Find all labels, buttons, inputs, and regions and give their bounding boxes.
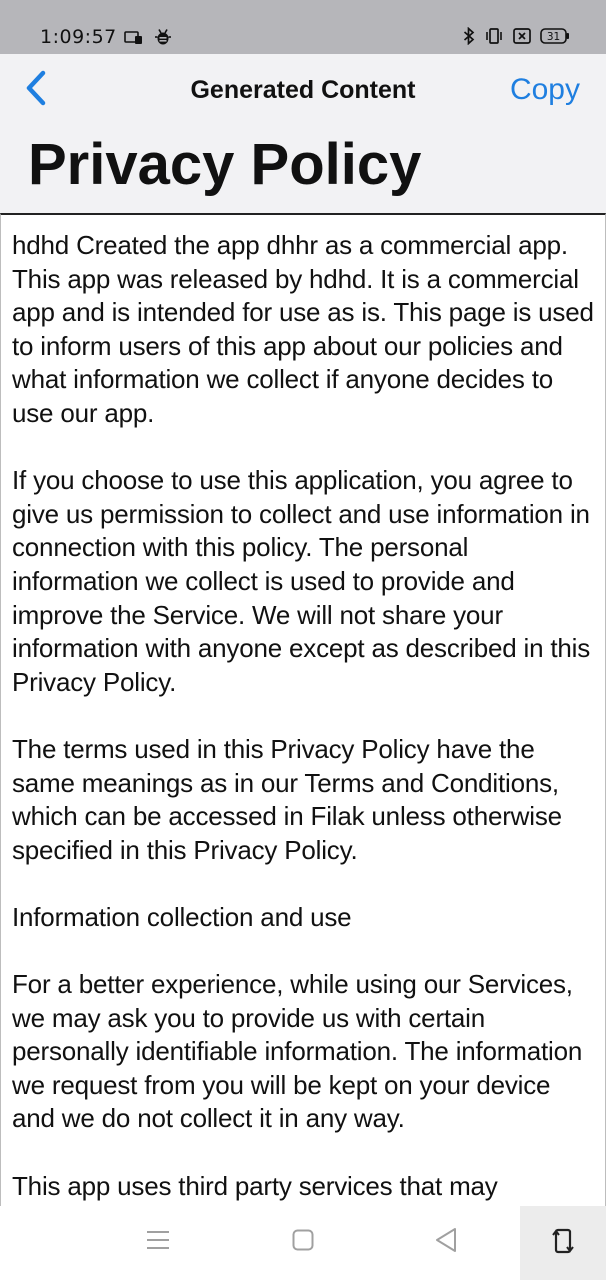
status-time: 1:09:57 bbox=[40, 26, 117, 48]
cast-icon bbox=[124, 30, 144, 49]
battery-icon: 31 bbox=[540, 28, 570, 48]
paragraph: If you choose to use this application, y… bbox=[12, 465, 598, 697]
home-button[interactable] bbox=[283, 1222, 323, 1262]
battery-level: 31 bbox=[547, 31, 560, 43]
home-icon bbox=[292, 1229, 314, 1256]
vibrate-icon bbox=[484, 28, 504, 48]
nav-header: Generated Content Copy Privacy Policy bbox=[0, 54, 606, 214]
paragraph: This app uses third party services that … bbox=[12, 1170, 498, 1201]
system-nav-bar bbox=[0, 1206, 606, 1280]
paragraph: hdhd Created the app dhhr as a commercia… bbox=[12, 230, 601, 428]
screenshot-icon bbox=[513, 28, 531, 48]
paragraph: The terms used in this Privacy Policy ha… bbox=[12, 733, 569, 865]
back-nav-button[interactable] bbox=[426, 1222, 466, 1262]
page-title: Privacy Policy bbox=[28, 132, 422, 197]
rotate-screen-button[interactable] bbox=[520, 1206, 606, 1280]
rotate-screen-icon bbox=[551, 1226, 575, 1261]
bluetooth-icon bbox=[463, 26, 475, 49]
status-right-icons: 31 bbox=[463, 26, 570, 49]
copy-button[interactable]: Copy bbox=[510, 73, 580, 107]
back-triangle-icon bbox=[435, 1227, 457, 1258]
policy-text: hdhd Created the app dhhr as a commercia… bbox=[1, 215, 605, 1203]
bug-icon bbox=[154, 28, 172, 50]
status-bar: 1:09:57 31 bbox=[0, 0, 606, 54]
paragraph: For a better experience, while using our… bbox=[12, 969, 590, 1134]
content-scroll-area[interactable]: hdhd Created the app dhhr as a commercia… bbox=[0, 213, 606, 1208]
menu-button[interactable] bbox=[138, 1222, 178, 1262]
menu-icon bbox=[146, 1229, 170, 1256]
status-left-icons bbox=[124, 28, 172, 50]
section-heading: Information collection and use bbox=[12, 901, 352, 932]
